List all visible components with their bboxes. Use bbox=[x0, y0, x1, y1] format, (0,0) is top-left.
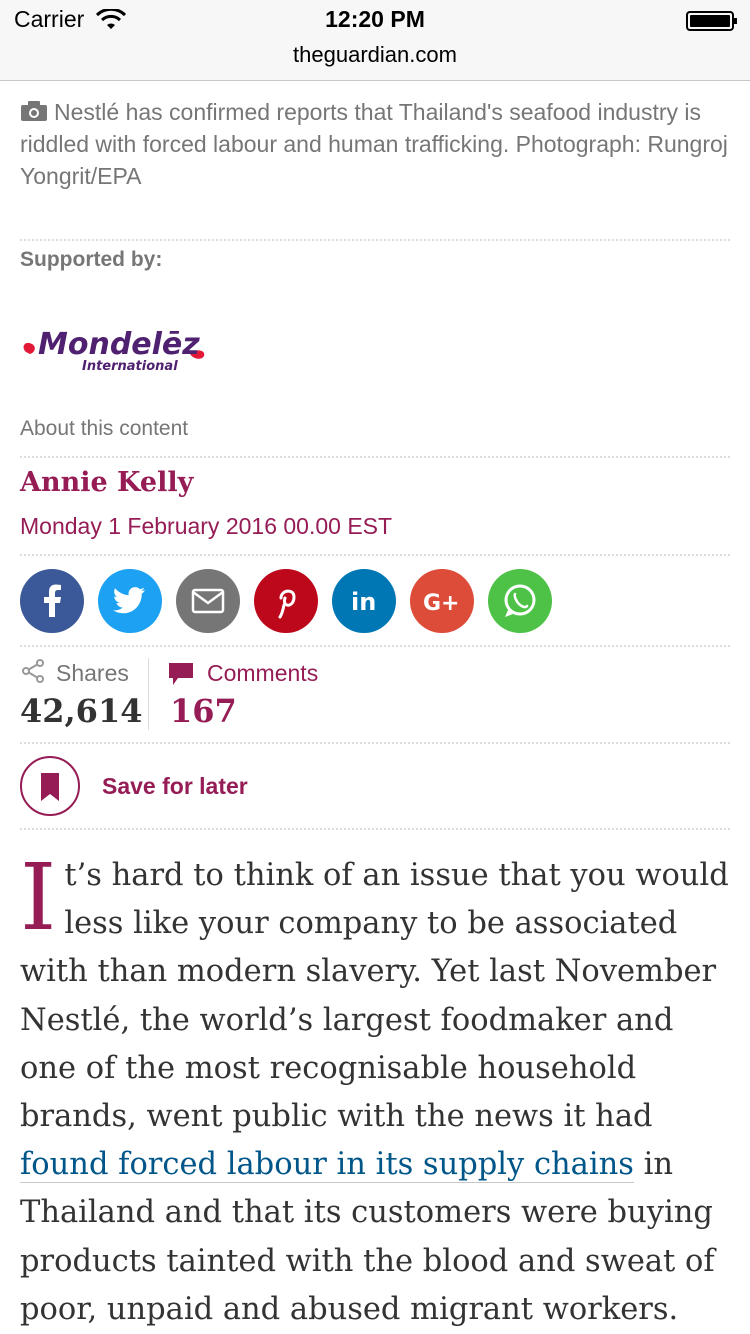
caption-text: Nestlé has confirmed reports that Thaila… bbox=[20, 99, 728, 189]
google-plus-icon: G+ bbox=[423, 591, 460, 616]
envelope-icon bbox=[191, 588, 225, 614]
facebook-icon bbox=[44, 584, 61, 617]
linkedin-share-button[interactable]: in bbox=[332, 569, 396, 633]
pinterest-icon bbox=[278, 589, 296, 619]
mondelez-logo[interactable]: Mondelēz International bbox=[20, 318, 210, 378]
photo-caption: Nestlé has confirmed reports that Thaila… bbox=[20, 96, 732, 192]
svg-text:G+: G+ bbox=[423, 591, 460, 616]
camera-icon bbox=[21, 101, 47, 121]
whatsapp-share-button[interactable] bbox=[488, 569, 552, 633]
supported-by-label: Supported by: bbox=[20, 248, 163, 271]
twitter-share-button[interactable] bbox=[98, 569, 162, 633]
logo-sub: International bbox=[82, 359, 178, 374]
supply-chain-link[interactable]: found forced labour in its supply chains bbox=[20, 1147, 634, 1184]
logo-name: Mondelēz bbox=[38, 327, 200, 362]
battery-icon bbox=[686, 11, 737, 31]
facebook-share-button[interactable] bbox=[20, 569, 84, 633]
email-share-button[interactable] bbox=[176, 569, 240, 633]
divider bbox=[20, 239, 730, 241]
divider bbox=[20, 554, 730, 556]
publish-date: Monday 1 February 2016 00.00 EST bbox=[20, 513, 393, 539]
divider bbox=[20, 828, 730, 830]
address-bar-url[interactable]: theguardian.com bbox=[0, 42, 750, 68]
pinterest-share-button[interactable] bbox=[254, 569, 318, 633]
shares-label: Shares bbox=[56, 660, 129, 686]
linkedin-icon: in bbox=[351, 588, 376, 616]
save-for-later-button[interactable] bbox=[20, 756, 80, 816]
shares-count: 42,614 bbox=[20, 692, 143, 730]
whatsapp-icon bbox=[504, 584, 536, 617]
save-for-later-label[interactable]: Save for later bbox=[102, 773, 248, 800]
divider bbox=[20, 742, 730, 744]
drop-cap: I bbox=[20, 844, 57, 951]
status-bar: Carrier 12:20 PM theguardian.com bbox=[0, 0, 750, 81]
svg-text:in: in bbox=[351, 588, 376, 616]
about-this-content-link[interactable]: About this content bbox=[20, 417, 188, 441]
divider bbox=[20, 645, 730, 647]
article-body: It’s hard to think of an issue that you … bbox=[20, 852, 736, 1334]
stats-divider bbox=[148, 658, 149, 730]
share-icon bbox=[22, 659, 44, 683]
comments-count[interactable]: 167 bbox=[170, 692, 237, 730]
clock: 12:20 PM bbox=[325, 6, 425, 32]
author-link[interactable]: Annie Kelly bbox=[20, 467, 193, 498]
google-plus-share-button[interactable]: G+ bbox=[410, 569, 474, 633]
divider bbox=[20, 456, 730, 458]
comment-icon[interactable] bbox=[168, 661, 194, 687]
bookmark-icon bbox=[41, 773, 59, 801]
twitter-icon bbox=[113, 587, 145, 614]
comments-link[interactable]: Comments bbox=[207, 660, 318, 687]
article-text-1: t’s hard to think of an issue that you w… bbox=[20, 858, 729, 1135]
